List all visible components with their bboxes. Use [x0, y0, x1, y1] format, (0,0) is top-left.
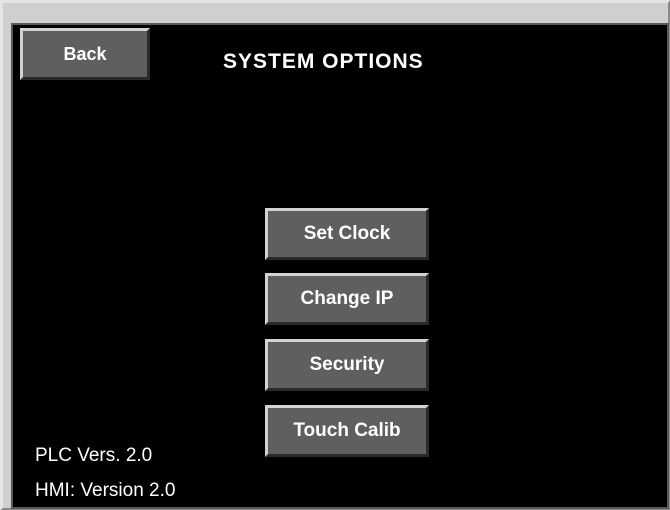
set-clock-button[interactable]: Set Clock: [265, 208, 429, 260]
hmi-window-frame: Back SYSTEM OPTIONS Set Clock Change IP …: [0, 0, 670, 510]
hmi-screen: Back SYSTEM OPTIONS Set Clock Change IP …: [11, 23, 669, 509]
change-ip-button[interactable]: Change IP: [265, 273, 429, 325]
plc-version-label: PLC Vers. 2.0: [35, 445, 153, 466]
security-button[interactable]: Security: [265, 339, 429, 391]
hmi-version-label: HMI: Version 2.0: [35, 480, 176, 501]
page-title: SYSTEM OPTIONS: [223, 50, 424, 73]
back-button[interactable]: Back: [20, 28, 150, 80]
touch-calib-button[interactable]: Touch Calib: [265, 405, 429, 457]
